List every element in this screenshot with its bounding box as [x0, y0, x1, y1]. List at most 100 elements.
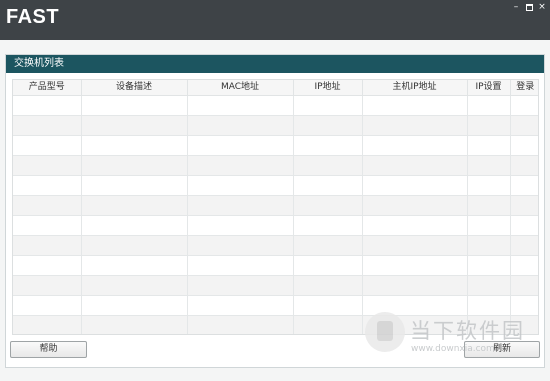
table-cell	[293, 95, 363, 116]
column-header-description[interactable]: 设备描述	[81, 80, 188, 96]
table-cell	[467, 235, 511, 256]
fast-logo: FAST	[6, 6, 60, 28]
table-cell	[362, 215, 468, 236]
table-cell	[467, 155, 511, 176]
close-button[interactable]: ×	[537, 3, 547, 12]
table-cell	[187, 195, 294, 216]
panel-title: 交换机列表	[6, 55, 544, 73]
table-cell	[467, 115, 511, 136]
switch-table: 产品型号 设备描述 MAC地址 IP地址 主机IP地址 IP设置 登录	[13, 80, 538, 334]
table-cell	[467, 175, 511, 196]
table-cell	[362, 275, 468, 296]
title-bar: FAST – ×	[0, 0, 550, 40]
table-cell	[81, 195, 188, 216]
table-cell	[81, 295, 188, 316]
table-cell	[13, 215, 82, 236]
maximize-button[interactable]	[524, 3, 534, 12]
table-cell	[467, 135, 511, 156]
table-cell	[187, 215, 294, 236]
table-cell	[13, 95, 82, 116]
table-cell	[293, 115, 363, 136]
table-cell	[510, 275, 538, 296]
table-cell	[187, 95, 294, 116]
table-row	[13, 195, 538, 216]
column-header-ip[interactable]: IP地址	[293, 80, 363, 96]
table-cell	[467, 195, 511, 216]
watermark-url: www.downxia.com	[411, 344, 495, 354]
column-header-host-ip[interactable]: 主机IP地址	[362, 80, 468, 96]
table-cell	[187, 155, 294, 176]
table-cell	[13, 175, 82, 196]
table-cell	[510, 235, 538, 256]
table-cell	[362, 155, 468, 176]
table-cell	[81, 135, 188, 156]
column-header-mac[interactable]: MAC地址	[187, 80, 294, 96]
table-cell	[81, 115, 188, 136]
table-row	[13, 255, 538, 276]
table-row	[13, 95, 538, 116]
table-cell	[510, 255, 538, 276]
table-cell	[81, 215, 188, 236]
table-cell	[187, 115, 294, 136]
table-cell	[81, 255, 188, 276]
table-cell	[187, 295, 294, 316]
table-cell	[362, 255, 468, 276]
table-row	[13, 155, 538, 176]
table-cell	[13, 195, 82, 216]
table-cell	[293, 175, 363, 196]
table-cell	[510, 295, 538, 316]
switch-list-grid[interactable]: 产品型号 设备描述 MAC地址 IP地址 主机IP地址 IP设置 登录	[12, 79, 539, 335]
table-cell	[467, 215, 511, 236]
column-header-model[interactable]: 产品型号	[13, 80, 82, 96]
table-cell	[293, 235, 363, 256]
table-cell	[293, 295, 363, 316]
table-cell	[81, 175, 188, 196]
table-cell	[293, 135, 363, 156]
table-cell	[362, 235, 468, 256]
table-row	[13, 115, 538, 136]
table-cell	[510, 135, 538, 156]
table-cell	[510, 155, 538, 176]
column-header-login[interactable]: 登录	[510, 80, 538, 96]
table-cell	[362, 135, 468, 156]
table-cell	[510, 215, 538, 236]
table-cell	[467, 275, 511, 296]
table-cell	[13, 315, 82, 334]
table-cell	[293, 255, 363, 276]
table-cell	[362, 115, 468, 136]
table-cell	[293, 275, 363, 296]
table-header-row: 产品型号 设备描述 MAC地址 IP地址 主机IP地址 IP设置 登录	[13, 80, 538, 96]
help-button[interactable]: 帮助	[10, 341, 87, 358]
table-cell	[81, 155, 188, 176]
table-row	[13, 175, 538, 196]
watermark-logo	[365, 312, 405, 352]
watermark-text: 当下软件园	[410, 319, 525, 343]
table-cell	[13, 255, 82, 276]
table-cell	[362, 195, 468, 216]
table-cell	[81, 315, 188, 334]
table-cell	[13, 295, 82, 316]
table-cell	[81, 95, 188, 116]
table-cell	[13, 275, 82, 296]
table-cell	[467, 255, 511, 276]
minimize-button[interactable]: –	[511, 3, 521, 12]
table-cell	[81, 235, 188, 256]
table-cell	[13, 235, 82, 256]
table-cell	[13, 155, 82, 176]
table-cell	[293, 215, 363, 236]
table-row	[13, 275, 538, 296]
maximize-icon	[525, 4, 533, 11]
table-cell	[187, 275, 294, 296]
table-row	[13, 235, 538, 256]
table-cell	[81, 275, 188, 296]
table-cell	[467, 295, 511, 316]
table-cell	[293, 315, 363, 334]
table-cell	[510, 95, 538, 116]
column-header-ip-settings[interactable]: IP设置	[467, 80, 511, 96]
table-cell	[187, 235, 294, 256]
table-cell	[510, 115, 538, 136]
table-row	[13, 295, 538, 316]
table-row	[13, 135, 538, 156]
table-row	[13, 215, 538, 236]
table-cell	[467, 95, 511, 116]
